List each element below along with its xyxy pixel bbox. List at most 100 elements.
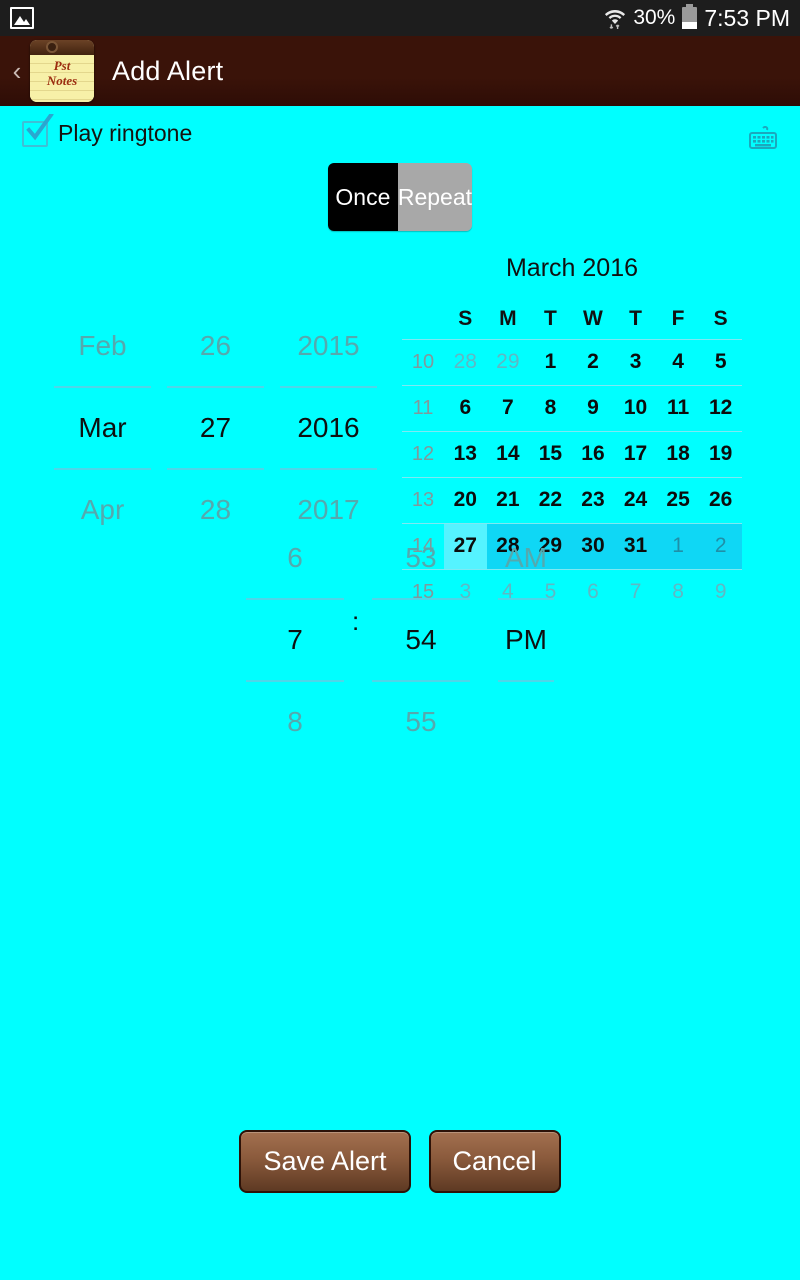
calendar-day-cell[interactable]: 2 bbox=[571, 338, 615, 385]
day-prev-value[interactable]: 26 bbox=[159, 306, 272, 386]
calendar-day-cell[interactable]: 31 bbox=[614, 522, 657, 569]
back-chevron-icon[interactable]: ‹ bbox=[4, 58, 30, 84]
calendar-day-cell[interactable]: 12 bbox=[699, 384, 742, 431]
calendar-day-cell[interactable]: 25 bbox=[656, 476, 700, 523]
calendar-week-row: 13 20 21 22 23 24 25 26 bbox=[402, 476, 742, 523]
battery-percent: 30% bbox=[633, 6, 676, 29]
status-bar-left bbox=[10, 7, 34, 29]
calendar-day-cell[interactable]: 26 bbox=[699, 476, 742, 523]
content-area: Play ringtone Once Repeat Feb Mar Apr 26… bbox=[0, 106, 800, 1280]
meridiem-prev-value[interactable]: AM bbox=[484, 518, 568, 598]
action-bar: ‹ Pst Notes Add Alert bbox=[0, 36, 800, 106]
calendar-day-cell[interactable]: 19 bbox=[699, 430, 742, 477]
play-ringtone-row[interactable]: Play ringtone bbox=[22, 111, 192, 147]
calendar-day-cell[interactable]: 17 bbox=[614, 430, 657, 477]
weekday-header: F bbox=[671, 306, 685, 330]
year-prev-value[interactable]: 2015 bbox=[272, 306, 385, 386]
calendar-day-cell[interactable]: 4 bbox=[656, 338, 700, 385]
week-number: 13 bbox=[402, 476, 444, 523]
calendar-week-row: 10 28 29 1 2 3 4 5 bbox=[402, 338, 742, 385]
meridiem-current-value[interactable]: PM bbox=[484, 600, 568, 680]
calendar-day-cell[interactable]: 7 bbox=[614, 568, 657, 615]
time-separator-colon: : bbox=[352, 606, 360, 636]
meridiem-spinner[interactable]: AM PM bbox=[484, 518, 568, 762]
week-number: 10 bbox=[402, 338, 444, 385]
calendar-day-cell[interactable]: 24 bbox=[614, 476, 657, 523]
calendar-day-cell[interactable]: 9 bbox=[571, 384, 615, 431]
calendar-day-cell[interactable]: 23 bbox=[571, 476, 615, 523]
calendar-day-cell[interactable]: 9 bbox=[699, 568, 742, 615]
month-prev-value[interactable]: Feb bbox=[46, 306, 159, 386]
app-screen: 30% 7:53 PM ‹ Pst Notes Add Alert Play r… bbox=[0, 0, 800, 1280]
minute-current-value[interactable]: 54 bbox=[358, 600, 484, 680]
month-spinner[interactable]: Feb Mar Apr bbox=[46, 306, 159, 550]
cancel-button[interactable]: Cancel bbox=[428, 1130, 561, 1193]
play-ringtone-checkbox[interactable] bbox=[22, 111, 54, 147]
weekday-header: T bbox=[543, 306, 557, 330]
hour-spinner[interactable]: 6 7 8 bbox=[232, 518, 358, 762]
minute-spinner[interactable]: 53 54 55 bbox=[358, 518, 484, 762]
calendar-day-cell[interactable]: 8 bbox=[529, 384, 572, 431]
calendar-day-cell[interactable]: 1 bbox=[656, 522, 700, 569]
wifi-icon bbox=[604, 6, 626, 30]
calendar-day-cell[interactable]: 15 bbox=[529, 430, 572, 477]
week-number: 12 bbox=[402, 430, 444, 477]
check-icon bbox=[26, 111, 54, 140]
battery-icon bbox=[682, 4, 698, 29]
calendar-day-cell[interactable]: 21 bbox=[486, 476, 530, 523]
calendar-day-cell[interactable]: 14 bbox=[486, 430, 530, 477]
month-next-value[interactable]: Apr bbox=[46, 470, 159, 550]
calendar-day-cell[interactable]: 13 bbox=[444, 430, 487, 477]
frequency-toggle[interactable]: Once Repeat bbox=[328, 163, 472, 231]
hour-current-value[interactable]: 7 bbox=[232, 600, 358, 680]
app-icon-binding bbox=[30, 40, 94, 55]
toggle-once-button[interactable]: Once bbox=[328, 163, 398, 231]
calendar-day-cell[interactable]: 6 bbox=[444, 384, 487, 431]
app-icon-label-line1: Pst bbox=[53, 58, 71, 73]
app-icon-label-line2: Notes bbox=[46, 73, 78, 88]
calendar-day-cell[interactable]: 29 bbox=[486, 338, 530, 385]
calendar-day-cell[interactable]: 7 bbox=[486, 384, 530, 431]
calendar-day-cell[interactable]: 6 bbox=[571, 568, 615, 615]
status-bar-right: 30% 7:53 PM bbox=[604, 4, 790, 32]
status-bar-clock: 7:53 PM bbox=[704, 4, 790, 31]
minute-prev-value[interactable]: 53 bbox=[358, 518, 484, 598]
month-current-value[interactable]: Mar bbox=[46, 388, 159, 468]
keyboard-icon[interactable] bbox=[748, 125, 778, 152]
weekday-header: T bbox=[629, 306, 642, 330]
day-spinner[interactable]: 26 27 28 bbox=[159, 306, 272, 550]
page-title: Add Alert bbox=[112, 55, 224, 86]
calendar-day-cell[interactable]: 16 bbox=[571, 430, 615, 477]
calendar-week-row: 12 13 14 15 16 17 18 19 bbox=[402, 430, 742, 477]
week-number: 11 bbox=[402, 384, 444, 431]
week-number-header bbox=[402, 299, 444, 339]
save-alert-button[interactable]: Save Alert bbox=[239, 1130, 411, 1193]
app-icon[interactable]: Pst Notes bbox=[30, 40, 94, 102]
date-spinners: Feb Mar Apr 26 27 28 2015 2016 2017 bbox=[46, 306, 386, 550]
calendar-day-cell[interactable]: 2 bbox=[699, 522, 742, 569]
toggle-repeat-button[interactable]: Repeat bbox=[397, 163, 472, 231]
calendar-day-cell[interactable]: 3 bbox=[614, 338, 657, 385]
hour-prev-value[interactable]: 6 bbox=[232, 518, 358, 598]
calendar-day-cell[interactable]: 1 bbox=[529, 338, 572, 385]
calendar-day-cell[interactable]: 8 bbox=[656, 568, 700, 615]
calendar-day-cell[interactable]: 5 bbox=[699, 338, 742, 385]
calendar-day-cell[interactable]: 22 bbox=[529, 476, 572, 523]
calendar-day-cell[interactable]: 30 bbox=[571, 522, 615, 569]
calendar-day-cell[interactable]: 18 bbox=[656, 430, 700, 477]
calendar-day-cell[interactable]: 10 bbox=[614, 384, 657, 431]
minute-next-value[interactable]: 55 bbox=[358, 682, 484, 762]
meridiem-next-value[interactable] bbox=[484, 682, 568, 762]
calendar-day-cell[interactable]: 20 bbox=[444, 476, 487, 523]
weekday-header: M bbox=[499, 306, 517, 330]
photo-icon bbox=[10, 7, 34, 29]
hour-next-value[interactable]: 8 bbox=[232, 682, 358, 762]
year-current-value[interactable]: 2016 bbox=[272, 388, 385, 468]
day-current-value[interactable]: 27 bbox=[159, 388, 272, 468]
status-bar: 30% 7:53 PM bbox=[0, 0, 800, 36]
calendar-day-cell[interactable]: 11 bbox=[656, 384, 700, 431]
calendar-day-cell[interactable]: 28 bbox=[444, 338, 487, 385]
calendar-title: March 2016 bbox=[505, 254, 639, 282]
action-buttons: Save Alert Cancel bbox=[0, 1130, 800, 1193]
year-spinner[interactable]: 2015 2016 2017 bbox=[272, 306, 385, 550]
